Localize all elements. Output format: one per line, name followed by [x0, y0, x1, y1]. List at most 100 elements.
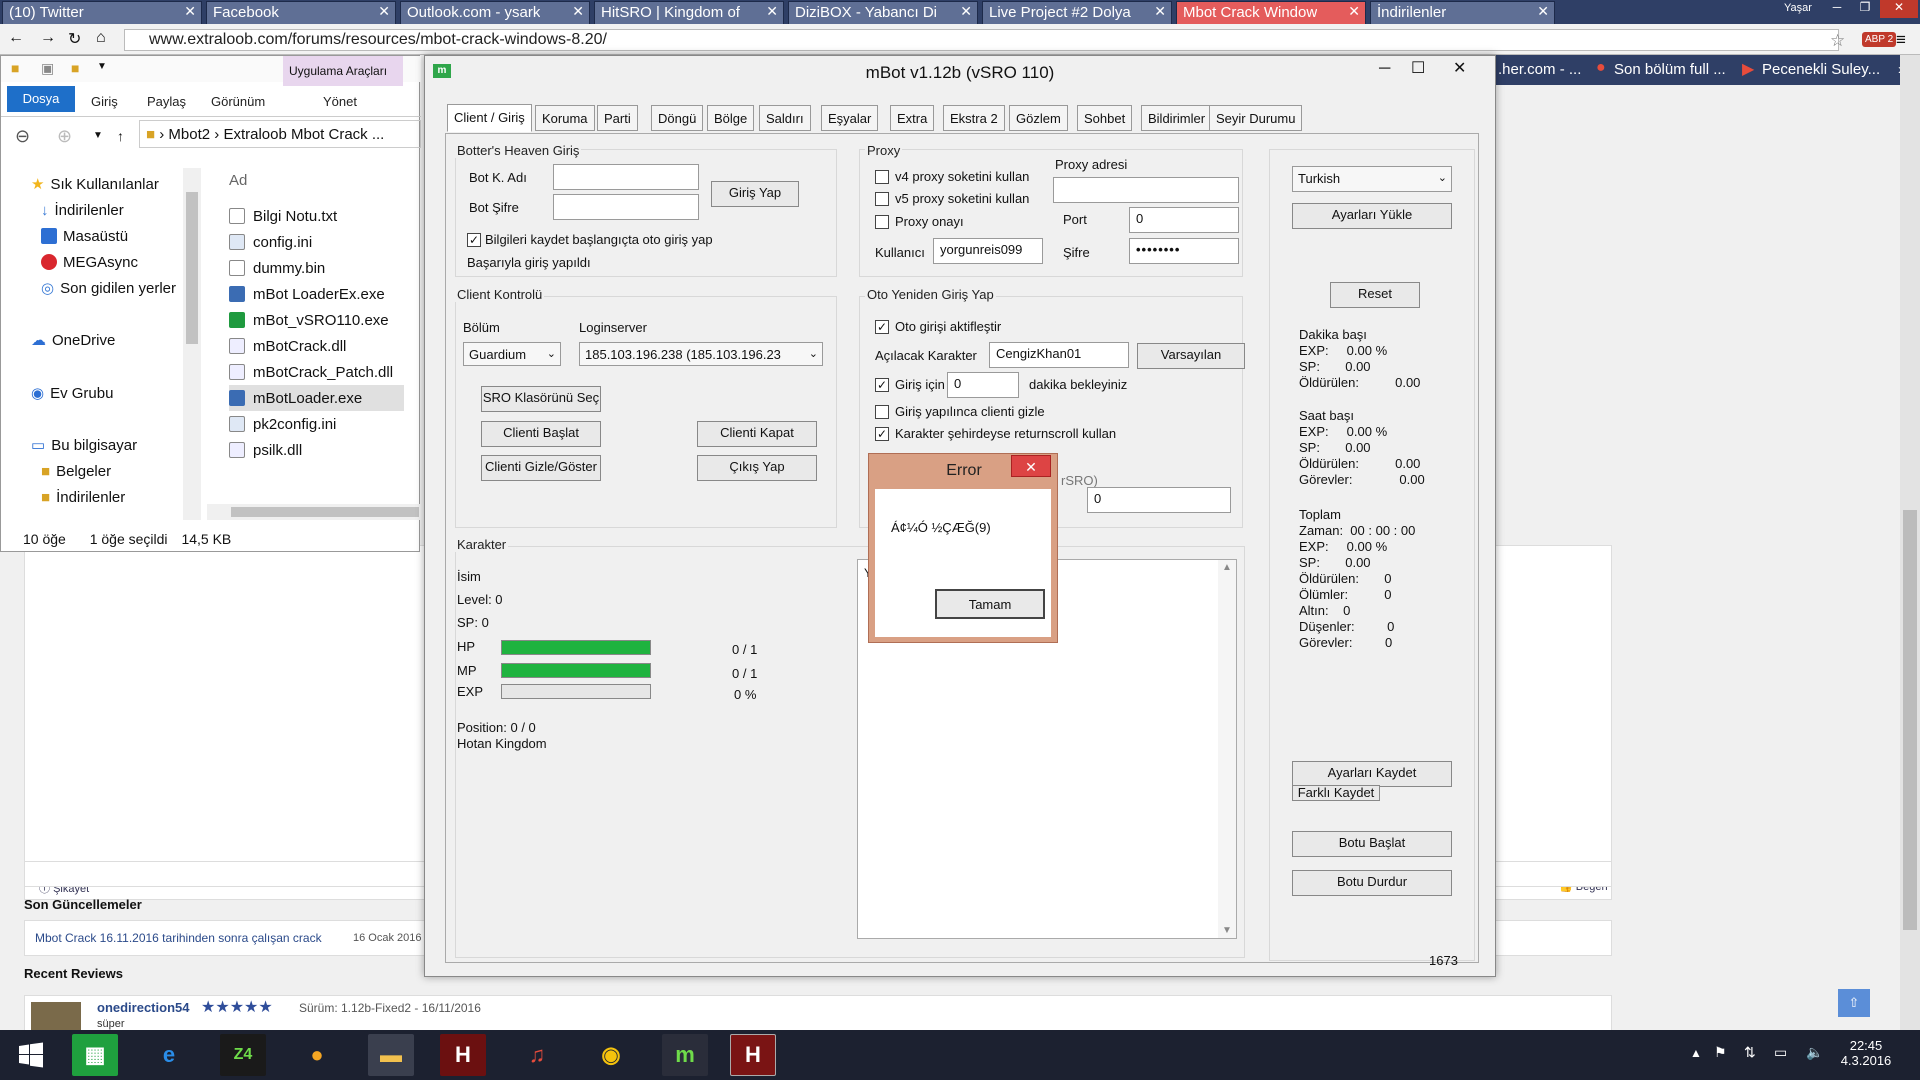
sidebar-scrollbar[interactable]	[183, 168, 201, 520]
tab-file[interactable]: Dosya	[7, 86, 75, 112]
properties-icon[interactable]: ▣	[41, 60, 54, 77]
media-player-icon[interactable]: ●	[294, 1034, 340, 1076]
close-tab-icon[interactable]: ✕	[1348, 3, 1360, 20]
hide-client-checkbox[interactable]	[875, 405, 889, 419]
tab-share[interactable]: Paylaş	[147, 94, 186, 109]
file-item[interactable]: config.ini	[229, 229, 312, 255]
tab-notifications[interactable]: Bildirimler	[1141, 105, 1213, 131]
minimize-icon[interactable]: ─	[1379, 60, 1390, 78]
close-tab-icon[interactable]: ✕	[378, 3, 390, 20]
tab-protection[interactable]: Koruma	[535, 105, 595, 131]
home-icon[interactable]: ⌂	[96, 29, 106, 47]
proxy-address-input[interactable]	[1053, 177, 1239, 203]
tab-facebook[interactable]: Facebook ✕	[206, 1, 396, 24]
maximize-icon[interactable]: ❐	[1852, 0, 1878, 18]
tab-twitter[interactable]: (10) Twitter ✕	[2, 1, 202, 24]
forward-icon[interactable]: ⊕	[57, 126, 72, 147]
monitor-icon[interactable]: ▭	[1774, 1044, 1787, 1061]
sidebar-item-downloads-2[interactable]: ■ İndirilenler	[41, 484, 125, 510]
reload-icon[interactable]: ↻	[68, 29, 81, 49]
reset-button[interactable]: Reset	[1330, 282, 1420, 308]
load-settings-button[interactable]: Ayarları Yükle	[1292, 203, 1452, 229]
wait-minutes-input[interactable]: 0	[947, 372, 1019, 398]
sidebar-item-desktop[interactable]: Masaüstü	[41, 223, 128, 249]
file-item[interactable]: dummy.bin	[229, 255, 325, 281]
toggle-client-button[interactable]: Clienti Gizle/Göster	[481, 455, 601, 481]
close-tab-icon[interactable]: ✕	[572, 3, 584, 20]
close-tab-icon[interactable]: ✕	[766, 3, 778, 20]
back-icon[interactable]: ⊖	[15, 126, 30, 147]
flag-icon[interactable]: ⚑	[1714, 1044, 1727, 1061]
tab-hitsro[interactable]: HitSRO | Kingdom of ✕	[594, 1, 784, 24]
proxy-confirm-checkbox[interactable]	[875, 215, 889, 229]
close-tab-icon[interactable]: ✕	[1537, 3, 1549, 20]
update-link[interactable]: Mbot Crack 16.11.2016 tarihinden sonra ç…	[35, 931, 322, 945]
tab-party[interactable]: Parti	[597, 105, 638, 131]
sidebar-item-downloads[interactable]: ↓ İndirilenler	[41, 197, 124, 223]
close-tab-icon[interactable]: ✕	[184, 3, 196, 20]
close-tab-icon[interactable]: ✕	[960, 3, 972, 20]
tab-live-project[interactable]: Live Project #2 Dolya ✕	[982, 1, 1172, 24]
wait-checkbox[interactable]: ✓	[875, 378, 889, 392]
minimize-icon[interactable]: ─	[1824, 0, 1850, 18]
adblock-icon[interactable]: ABP 2	[1862, 32, 1897, 47]
auto-login-checkbox[interactable]: ✓	[875, 320, 889, 334]
login-button[interactable]: Giriş Yap	[711, 181, 799, 207]
tab-downloads[interactable]: İndirilenler ✕	[1370, 1, 1555, 24]
file-item[interactable]: mBotCrack_Patch.dll	[229, 359, 393, 385]
tab-dizibox[interactable]: DiziBOX - Yabancı Di ✕	[788, 1, 978, 24]
breadcrumb[interactable]: ■ › Mbot2 › Extraloob Mbot Crack ...	[139, 120, 421, 148]
tab-loop[interactable]: Döngü	[651, 105, 704, 131]
file-item[interactable]: psilk.dll	[229, 437, 302, 463]
tab-region[interactable]: Bölge	[707, 105, 755, 131]
proxy-password-input[interactable]: ••••••••	[1129, 238, 1239, 264]
tab-manage[interactable]: Yönet	[323, 94, 357, 109]
tab-extra-2[interactable]: Ekstra 2	[943, 105, 1005, 131]
close-icon[interactable]: ✕	[1453, 58, 1466, 78]
bot-username-input[interactable]	[553, 164, 699, 190]
ok-button[interactable]: Tamam	[935, 589, 1045, 619]
up-icon[interactable]: ↑	[117, 128, 124, 144]
log-scrollbar[interactable]: ▲ ▼	[1218, 560, 1236, 938]
sidebar-item-megasync[interactable]: MEGAsync	[41, 249, 138, 275]
close-icon[interactable]: ✕	[1011, 455, 1051, 477]
tab-home[interactable]: Giriş	[91, 94, 118, 109]
clock[interactable]: 22:45 4.3.2016	[1836, 1038, 1896, 1068]
scroll-top-button[interactable]: ⇧	[1838, 989, 1870, 1017]
tray-expand-icon[interactable]: ▲	[1690, 1046, 1702, 1060]
partial-input[interactable]: 0	[1087, 487, 1231, 513]
language-select[interactable]: Turkish ⌄	[1292, 166, 1452, 192]
profile-name[interactable]: Yaşar	[1784, 2, 1812, 14]
save-settings-button[interactable]: Ayarları Kaydet	[1292, 761, 1452, 787]
scroll-down-icon[interactable]: ▼	[1222, 925, 1232, 936]
file-item[interactable]: mBotCrack.dll	[229, 333, 346, 359]
hitsro-icon[interactable]: H	[440, 1034, 486, 1076]
default-button[interactable]: Varsayılan	[1137, 343, 1245, 369]
store-icon[interactable]: ▦	[72, 1034, 118, 1076]
scrollbar-thumb[interactable]	[1903, 510, 1917, 930]
file-item-selected[interactable]: mBotLoader.exe	[229, 385, 404, 411]
scrollbar-thumb[interactable]	[231, 507, 419, 517]
file-item[interactable]: pk2config.ini	[229, 411, 336, 437]
sidebar-item-this-pc[interactable]: ▭ Bu bilgisayar	[31, 432, 137, 458]
tab-mbot-crack[interactable]: Mbot Crack Window ✕	[1176, 1, 1366, 24]
tab-travel-status[interactable]: Seyir Durumu	[1209, 105, 1303, 131]
volume-icon[interactable]: 🔈	[1806, 1044, 1823, 1061]
chevron-down-icon[interactable]: ▼	[97, 61, 107, 72]
back-icon[interactable]: ←	[8, 29, 24, 47]
close-window-icon[interactable]: ✕	[1880, 0, 1918, 18]
section-select[interactable]: Guardium ⌄	[463, 342, 561, 366]
bookmark-item[interactable]: Son bölüm full ...	[1614, 61, 1726, 78]
file-item[interactable]: Bilgi Notu.txt	[229, 203, 337, 229]
horizontal-scrollbar[interactable]	[207, 504, 421, 520]
bookmark-item[interactable]: Pecenekli Suley...	[1762, 61, 1880, 78]
remember-checkbox[interactable]: ✓	[467, 233, 481, 247]
maximize-icon[interactable]: ☐	[1411, 58, 1425, 78]
file-explorer-icon[interactable]: ▬	[368, 1034, 414, 1076]
mbot-taskbar-icon[interactable]: m	[662, 1034, 708, 1076]
close-tab-icon[interactable]: ✕	[1154, 3, 1166, 20]
loginserver-select[interactable]: 185.103.196.238 (185.103.196.23 ⌄	[579, 342, 823, 366]
file-item[interactable]: mBot_vSRO110.exe	[229, 307, 389, 333]
address-bar[interactable]: www.extraloob.com/forums/resources/mbot-…	[124, 29, 1839, 51]
network-icon[interactable]: ⇅	[1744, 1044, 1756, 1061]
